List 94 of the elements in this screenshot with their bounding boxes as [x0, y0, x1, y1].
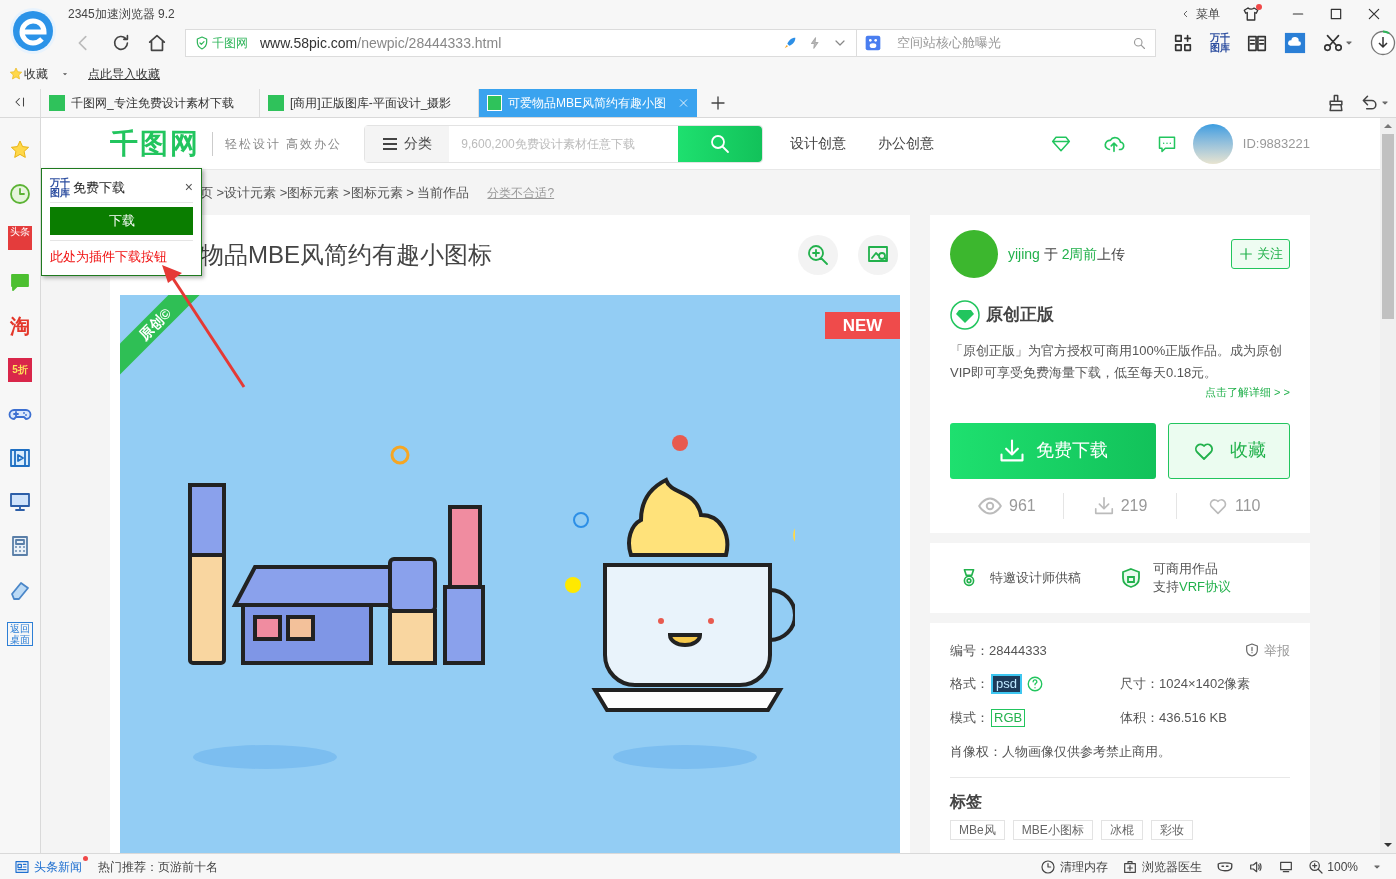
tag-chip[interactable]: 冰棍 [1100, 820, 1143, 840]
cloud-icon[interactable] [1284, 32, 1306, 54]
news-icon [14, 858, 30, 875]
menu-button[interactable]: 菜单 [1180, 5, 1220, 23]
zoom-in-button[interactable] [798, 235, 838, 275]
tags-title: 标签 [950, 792, 983, 812]
zoom-in-icon [806, 243, 830, 267]
import-favorites-link[interactable]: 点此导入收藏 [88, 65, 160, 84]
file-size: 体积：436.516 KB [1120, 709, 1227, 727]
scroll-up-icon[interactable] [1384, 122, 1392, 130]
work-id: 编号：28444333 [950, 641, 1047, 660]
report-icon [1244, 642, 1260, 659]
tag-chip[interactable]: 彩妆 [1150, 820, 1193, 840]
diamond-badge-icon [950, 300, 980, 330]
stat-count: 961 [950, 492, 1063, 519]
original-title: 原创正版 [986, 304, 1054, 327]
feature-text: 可商用作品 [1153, 559, 1219, 578]
site-label: 千图网 [212, 35, 248, 52]
secure-shield-icon [194, 35, 210, 51]
broom-icon[interactable] [1326, 93, 1346, 113]
tag-chip[interactable]: MBE小图标 [1012, 820, 1093, 840]
upload-info: yijing 于 2周前上传 [1008, 244, 1126, 264]
user-avatar[interactable] [1192, 123, 1233, 164]
browser-logo-icon [9, 6, 57, 55]
status-tool-button[interactable]: 清理内存 [1040, 857, 1109, 876]
tag-chip[interactable]: MBe风 [950, 820, 1005, 840]
format-value: psd [991, 674, 1022, 694]
search-placeholder: 空间站核心舱曝光 [897, 34, 1001, 53]
undo-icon[interactable] [1360, 93, 1380, 113]
site-favicon-icon [268, 95, 284, 111]
stat-count: 110 [1176, 492, 1290, 519]
image-search-button[interactable] [858, 235, 898, 275]
original-description: 「原创正版」为官方授权可商用100%正版作品。成为原创VIP即可享受免费海量下载，低至每天0.18元。 [950, 342, 1284, 382]
feature-text: 支持VRF协议 [1153, 577, 1231, 596]
window-title: 2345加速浏览器 9.2 [68, 6, 175, 23]
format-label: 格式： [950, 675, 989, 694]
zoom-icon [1308, 858, 1325, 875]
site-favicon-icon [487, 95, 502, 111]
nav-link[interactable]: 办公创意 [878, 133, 935, 154]
collapse-sidebar-icon[interactable] [13, 95, 27, 109]
close-icon[interactable] [1366, 6, 1382, 22]
bolt-icon[interactable] [808, 36, 822, 50]
news-button[interactable]: 头条新闻 [14, 857, 82, 876]
url-text: www.58pic.com/newpic/28444333.html [260, 33, 502, 53]
feature-text: 特邀设计师供稿 [990, 568, 1081, 587]
favorites-button[interactable]: 收藏 [8, 65, 70, 84]
site-slogan: 轻松设计 高效办公 [225, 135, 343, 153]
back-to-desktop-button[interactable]: 返回桌面 [7, 622, 33, 646]
image-size: 尺寸：1024×1402像素 [1120, 675, 1251, 694]
new-tab-icon[interactable] [709, 94, 727, 112]
scrollbar-thumb[interactable] [1382, 134, 1394, 319]
new-badge: NEW [825, 312, 900, 339]
scroll-down-icon[interactable] [1384, 841, 1392, 849]
paw-icon[interactable] [865, 35, 881, 51]
news-icon[interactable]: 头条 [8, 226, 32, 250]
clock-icon[interactable] [8, 182, 32, 206]
tab-title: 可爱物品MBE风简约有趣小图 [507, 95, 666, 112]
library-logo-icon: 万千图库 [50, 177, 70, 198]
plus-icon [1238, 246, 1254, 262]
star-icon [8, 66, 24, 83]
computer-icon[interactable] [8, 490, 32, 514]
author-avatar[interactable] [950, 230, 998, 278]
status-tool-button[interactable]: 浏览器医生 [1122, 857, 1203, 876]
close-button[interactable]: × [184, 177, 193, 198]
scissors-icon[interactable] [1322, 32, 1344, 54]
skin-icon[interactable] [1242, 5, 1260, 23]
maximize-icon[interactable] [1328, 6, 1344, 22]
user-id: ID:9883221 [1242, 134, 1310, 153]
plugin-download-button[interactable]: 下载 [50, 207, 193, 235]
popup-title: 免费下载 [73, 178, 125, 197]
download-icon [1092, 494, 1115, 517]
nav-link[interactable]: 设计创意 [790, 133, 847, 154]
portrait-rights-note: 肖像权：人物画像仅供参考禁止商用。 [950, 742, 1172, 761]
apps-icon[interactable] [1172, 32, 1194, 54]
search-icon[interactable] [1132, 35, 1147, 51]
home-icon[interactable] [146, 32, 168, 54]
mode-value: RGB [991, 708, 1026, 727]
browser-doctor-icon [1122, 858, 1139, 875]
site-favicon-icon [49, 95, 65, 111]
zoom-button[interactable]: 100% [1308, 857, 1358, 876]
plugin-note: 此处为插件下载按钮 [50, 248, 168, 266]
help-icon[interactable] [1025, 675, 1044, 693]
film-icon[interactable] [8, 446, 32, 470]
mode-label: 模式： [950, 709, 989, 727]
tab-title: [商用]正版图库-平面设计_摄影 [290, 95, 452, 112]
image-library-icon[interactable]: 万千图库 [1210, 33, 1230, 53]
address-bar[interactable]: 千图网 www.58pic.com/newpic/28444333.html [185, 29, 857, 57]
download-icon[interactable] [1370, 30, 1396, 56]
stat-count: 219 [1062, 492, 1177, 519]
shopping-icon[interactable]: 淘 [10, 314, 30, 338]
sale-icon[interactable]: 5折 [8, 358, 32, 382]
hot-recommendation: 热门推荐：页游前十名 [98, 858, 218, 876]
tab-title: 千图网_专注免费设计素材下载 [71, 95, 234, 112]
memory-clean-icon [1040, 858, 1057, 875]
